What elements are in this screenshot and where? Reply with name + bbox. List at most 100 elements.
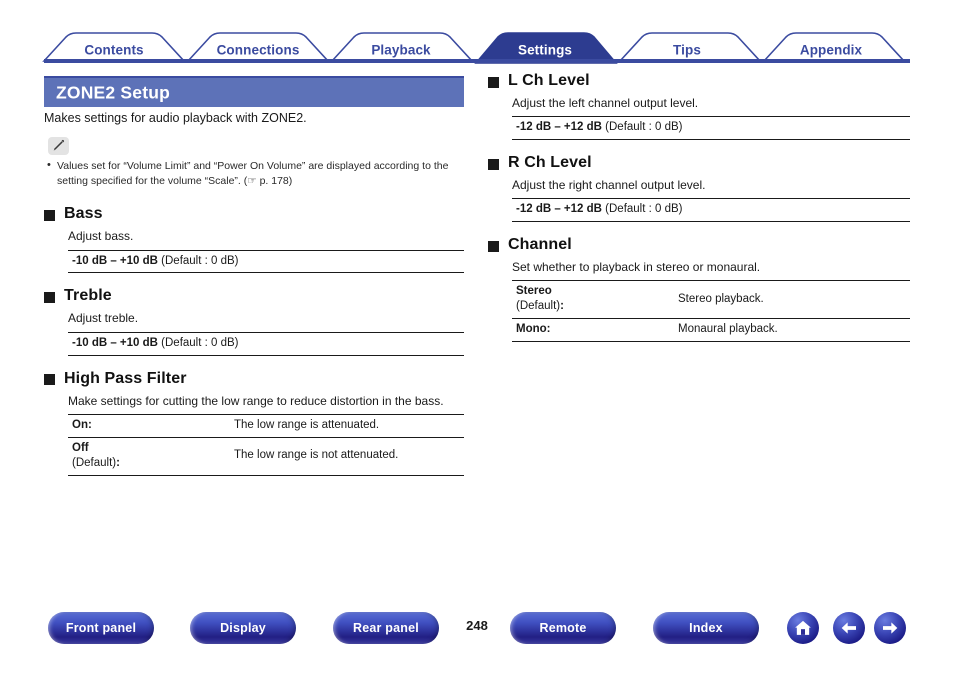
page-intro: Makes settings for audio playback with Z…	[44, 111, 307, 125]
option-value: Stereo playback.	[678, 292, 764, 305]
section-description: Adjust the left channel output level.	[512, 96, 699, 110]
arrow-left-icon	[841, 622, 856, 634]
options-table: Stereo (Default): Stereo playback. Mono: …	[512, 280, 910, 343]
square-bullet-icon	[44, 209, 55, 221]
option-key: Stereo (Default):	[516, 285, 564, 313]
right-column: L Ch Level Adjust the left channel outpu…	[488, 72, 912, 343]
option-key: Off (Default):	[68, 436, 230, 476]
rear-panel-button[interactable]: Rear panel	[333, 612, 439, 644]
section-title: Channel	[508, 236, 572, 254]
back-button[interactable]	[833, 612, 865, 644]
range-value: -12 dB – +12 dB	[516, 121, 602, 134]
square-bullet-icon	[488, 76, 499, 88]
tab-bar: Contents Connections Playback Settings T…	[0, 18, 954, 64]
table-row: -10 dB – +10 dB (Default : 0 dB)	[68, 250, 464, 273]
square-bullet-icon	[488, 240, 499, 252]
section-title: High Pass Filter	[64, 369, 187, 387]
arrow-right-icon	[883, 622, 898, 634]
section-description: Adjust the right channel output level.	[512, 178, 706, 193]
value-table: -10 dB – +10 dB (Default : 0 dB)	[68, 331, 464, 356]
index-button[interactable]: Index	[653, 612, 759, 644]
tab-playback[interactable]: Playback	[371, 43, 430, 58]
section-head: Treble	[44, 287, 468, 305]
table-row: -12 dB – +12 dB (Default : 0 dB)	[512, 199, 910, 222]
range-cell: -12 dB – +12 dB (Default : 0 dB)	[512, 117, 910, 140]
tab-connections[interactable]: Connections	[217, 43, 300, 58]
tab-appendix[interactable]: Appendix	[800, 43, 862, 58]
footer-toolbar: Front panel Display Rear panel 248 Remot…	[0, 612, 954, 664]
option-value: The low range is attenuated.	[234, 418, 380, 431]
square-bullet-icon	[488, 158, 499, 170]
tab-bar-underline	[44, 59, 910, 63]
tab-settings[interactable]: Settings	[518, 43, 572, 58]
forward-button[interactable]	[874, 612, 906, 644]
option-value: The low range is not attenuated.	[230, 436, 464, 476]
range-cell: -12 dB – +12 dB (Default : 0 dB)	[512, 199, 910, 222]
section-title: R Ch Level	[508, 154, 592, 172]
value-table: -12 dB – +12 dB (Default : 0 dB)	[512, 116, 910, 141]
section-head: L Ch Level	[488, 72, 912, 90]
option-key: On:	[72, 418, 92, 431]
section-head: High Pass Filter	[44, 370, 468, 388]
range-default: (Default : 0 dB)	[601, 121, 683, 134]
option-key-sub: (Default)	[516, 300, 561, 313]
section-head: Bass	[44, 205, 468, 223]
table-row: -12 dB – +12 dB (Default : 0 dB)	[512, 117, 910, 140]
option-key-label: Stereo	[516, 285, 552, 298]
home-icon	[795, 620, 811, 635]
option-key: Mono:	[512, 318, 674, 342]
section-treble: Treble Adjust treble. -10 dB – +10 dB (D…	[44, 287, 468, 356]
options-table: On: The low range is attenuated. Off (Def…	[68, 413, 464, 476]
range-cell: -10 dB – +10 dB (Default : 0 dB)	[68, 332, 464, 355]
section-head: R Ch Level	[488, 154, 912, 172]
value-table: -12 dB – +12 dB (Default : 0 dB)	[512, 198, 910, 223]
note-item: Values set for “Volume Limit” and “Power…	[44, 158, 468, 189]
option-key-label: Mono	[516, 323, 547, 336]
range-default: (Default : 0 dB)	[157, 254, 239, 267]
section-head: Channel	[488, 236, 912, 254]
section-description: Adjust treble.	[68, 311, 139, 326]
section-high-pass-filter: High Pass Filter Make settings for cutti…	[44, 370, 468, 476]
tab-contents[interactable]: Contents	[84, 43, 143, 58]
table-row: Mono: Monaural playback.	[512, 318, 910, 342]
left-column: Makes settings for audio playback with Z…	[44, 110, 468, 476]
range-cell: -10 dB – +10 dB (Default : 0 dB)	[68, 250, 464, 273]
remote-button[interactable]: Remote	[510, 612, 616, 644]
table-row: Off (Default): The low range is not atten…	[68, 436, 464, 476]
square-bullet-icon	[44, 374, 55, 386]
section-r-ch-level: R Ch Level Adjust the right channel outp…	[488, 154, 912, 223]
range-default: (Default : 0 dB)	[157, 336, 239, 349]
pencil-glyph	[53, 140, 65, 151]
value-table: -10 dB – +10 dB (Default : 0 dB)	[68, 249, 464, 274]
range-value: -12 dB – +12 dB	[516, 203, 602, 216]
table-row: Stereo (Default): Stereo playback.	[512, 281, 910, 319]
range-value: -10 dB – +10 dB	[72, 336, 158, 349]
section-channel: Channel Set whether to playback in stere…	[488, 236, 912, 343]
section-description: Set whether to playback in stereo or mon…	[512, 260, 761, 275]
table-row: -10 dB – +10 dB (Default : 0 dB)	[68, 332, 464, 355]
section-title: Bass	[64, 205, 103, 223]
option-key-label: Off	[72, 441, 89, 454]
range-default: (Default : 0 dB)	[601, 203, 683, 216]
option-key-label: On	[72, 418, 88, 431]
option-value: Monaural playback.	[674, 318, 910, 342]
home-button[interactable]	[787, 612, 819, 644]
section-description: Adjust bass.	[68, 229, 134, 244]
tab-tips[interactable]: Tips	[673, 43, 701, 58]
display-button[interactable]: Display	[190, 612, 296, 644]
section-title: L Ch Level	[508, 72, 590, 89]
note-list: Values set for “Volume Limit” and “Power…	[44, 158, 468, 189]
option-key-sub: (Default)	[72, 456, 117, 469]
pencil-icon	[48, 136, 69, 155]
front-panel-button[interactable]: Front panel	[48, 612, 154, 644]
section-title: Treble	[64, 287, 112, 305]
table-row: On: The low range is attenuated.	[68, 414, 464, 437]
range-value: -10 dB – +10 dB	[72, 254, 158, 267]
section-description: Make settings for cutting the low range …	[68, 393, 444, 408]
section-bass: Bass Adjust bass. -10 dB – +10 dB (Defau…	[44, 205, 468, 274]
square-bullet-icon	[44, 291, 55, 303]
section-l-ch-level: L Ch Level Adjust the left channel outpu…	[488, 72, 912, 141]
page-number: 248	[466, 618, 488, 633]
page-title-bar: ZONE2 Setup	[44, 76, 464, 107]
page-title: ZONE2 Setup	[56, 82, 171, 102]
